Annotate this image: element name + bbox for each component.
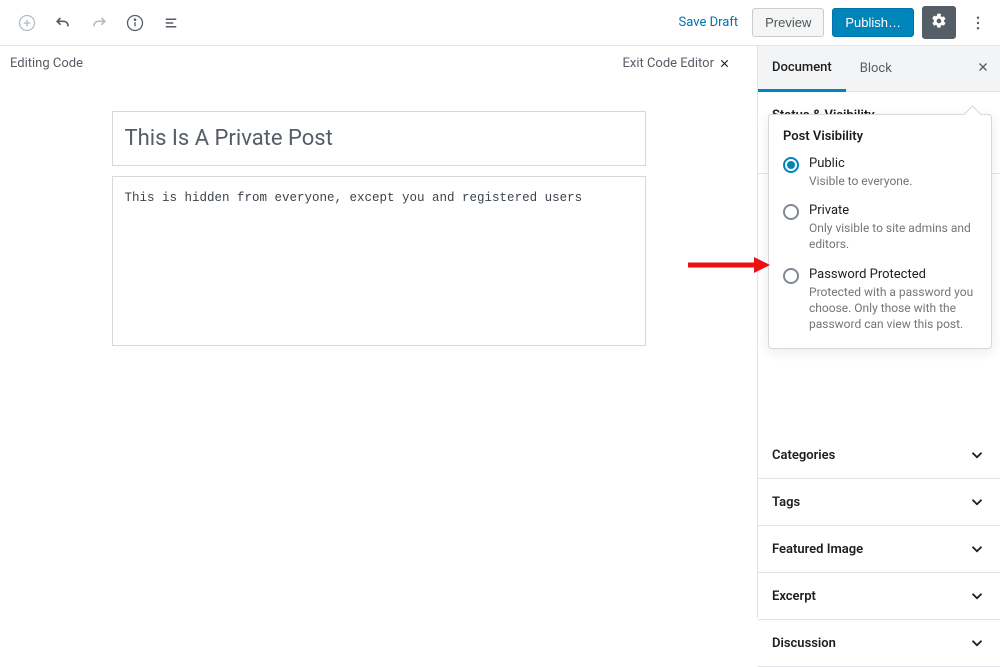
close-icon (718, 57, 731, 70)
sub-header: Editing Code Exit Code Editor (0, 46, 757, 81)
outline-icon[interactable] (156, 8, 186, 38)
tab-block[interactable]: Block (846, 46, 906, 92)
panel-excerpt: Excerpt (758, 573, 1000, 620)
radio-icon (783, 157, 799, 173)
publish-button[interactable]: Publish… (832, 8, 914, 37)
exit-code-editor-label: Exit Code Editor (622, 56, 714, 71)
panel-excerpt-head[interactable]: Excerpt (758, 573, 1000, 619)
chevron-down-icon (968, 540, 986, 558)
panel-featured-image-head[interactable]: Featured Image (758, 526, 1000, 572)
add-block-icon[interactable] (12, 8, 42, 38)
panel-featured-image-title: Featured Image (772, 542, 863, 557)
chevron-down-icon (968, 587, 986, 605)
panel-categories-head[interactable]: Categories (758, 432, 1000, 478)
toolbar-left (8, 8, 186, 38)
radio-icon (783, 204, 799, 220)
panel-discussion-title: Discussion (772, 636, 836, 651)
preview-button[interactable]: Preview (752, 8, 824, 37)
post-body-textarea[interactable] (112, 176, 646, 346)
chevron-down-icon (968, 634, 986, 652)
chevron-down-icon (968, 493, 986, 511)
panel-featured-image: Featured Image (758, 526, 1000, 573)
visibility-option-public[interactable]: Public Visible to everyone. (783, 156, 977, 189)
annotation-arrow-icon (688, 256, 770, 274)
redo-icon[interactable] (84, 8, 114, 38)
main-area: Editing Code Exit Code Editor (0, 46, 757, 618)
panel-tags-title: Tags (772, 495, 800, 510)
radio-icon (783, 268, 799, 284)
panel-categories-title: Categories (772, 448, 835, 463)
top-toolbar: Save Draft Preview Publish… (0, 0, 1000, 46)
panel-categories: Categories (758, 432, 1000, 479)
post-title-input[interactable] (112, 111, 646, 166)
more-options-icon[interactable] (964, 8, 992, 38)
toolbar-right: Save Draft Preview Publish… (673, 6, 992, 39)
editor-column (112, 111, 646, 350)
visibility-popover: Post Visibility Public Visible to everyo… (768, 114, 992, 349)
settings-button[interactable] (922, 6, 956, 39)
chevron-down-icon (968, 446, 986, 464)
option-label: Private (809, 203, 977, 218)
option-desc: Only visible to site admins and editors. (809, 220, 977, 252)
info-icon[interactable] (120, 8, 150, 38)
undo-icon[interactable] (48, 8, 78, 38)
sidebar-tabs: Document Block (758, 46, 1000, 92)
tab-document[interactable]: Document (758, 46, 846, 92)
option-label: Public (809, 156, 912, 171)
close-sidebar-icon[interactable] (976, 60, 990, 78)
visibility-option-password[interactable]: Password Protected Protected with a pass… (783, 267, 977, 333)
panel-tags: Tags (758, 479, 1000, 526)
visibility-option-private[interactable]: Private Only visible to site admins and … (783, 203, 977, 252)
panel-excerpt-title: Excerpt (772, 589, 816, 604)
panel-discussion: Discussion (758, 620, 1000, 667)
editing-code-label: Editing Code (10, 56, 83, 71)
panel-discussion-head[interactable]: Discussion (758, 620, 1000, 666)
popover-title: Post Visibility (783, 129, 977, 144)
exit-code-editor-button[interactable]: Exit Code Editor (622, 56, 731, 71)
save-draft-button[interactable]: Save Draft (673, 9, 745, 36)
option-label: Password Protected (809, 267, 977, 282)
option-desc: Visible to everyone. (809, 173, 912, 189)
panel-tags-head[interactable]: Tags (758, 479, 1000, 525)
option-desc: Protected with a password you choose. On… (809, 284, 977, 333)
